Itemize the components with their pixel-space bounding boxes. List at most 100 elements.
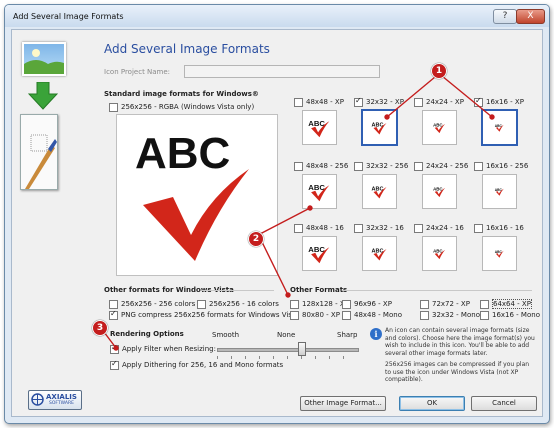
format-label: 24x24 - 16: [426, 224, 464, 232]
format-checkbox[interactable]: [414, 98, 423, 107]
project-name-field[interactable]: [184, 65, 380, 78]
other-format-label: 96x96 - XP: [354, 300, 392, 308]
filter-slider-thumb[interactable]: [298, 342, 306, 356]
format-preview-tile[interactable]: ABC: [361, 109, 398, 146]
other-format-checkbox[interactable]: [290, 311, 299, 320]
help-icon: ?: [502, 11, 508, 21]
other-format-label: 72x72 - XP: [432, 300, 470, 308]
apply-dithering-label: Apply Dithering for 256, 16 and Mono for…: [122, 361, 284, 369]
abc-check-icon: ABC: [372, 249, 387, 261]
abc-check-icon: ABC: [495, 250, 504, 258]
axialis-logo: AXIALIS SOFTWARE: [28, 390, 82, 410]
close-icon: X: [527, 11, 534, 21]
format-preview-tile[interactable]: ABC: [302, 174, 337, 209]
other-format-checkbox[interactable]: [342, 300, 351, 309]
slider-ticks: [217, 356, 357, 359]
format-label: 32x32 - XP: [366, 98, 404, 106]
abc-check-icon: ABC: [433, 249, 446, 260]
other-format-label: 48x48 - Mono: [354, 311, 402, 319]
other-format-label: 80x80 - XP: [302, 311, 340, 319]
large-preview: ABC: [116, 114, 278, 276]
apply-filter-label: Apply Filter when Resizing:: [122, 345, 216, 353]
format-checkbox[interactable]: [294, 162, 303, 171]
abc-check-icon: ABC: [372, 123, 387, 135]
format-label: 24x24 - XP: [426, 98, 464, 106]
slider-none-label: None: [277, 331, 296, 339]
other-format-checkbox[interactable]: [420, 311, 429, 320]
format-preview-tile[interactable]: ABC: [482, 236, 517, 271]
apply-filter-checkbox[interactable]: [110, 343, 119, 354]
logo-name: AXIALIS: [46, 393, 77, 401]
other-format-checkbox[interactable]: [480, 311, 489, 320]
format-label: 16x16 - XP: [486, 98, 524, 106]
format-preview-tile[interactable]: ABC: [422, 110, 457, 145]
format-preview-tile[interactable]: ABC: [362, 174, 397, 209]
ok-button[interactable]: OK: [399, 396, 465, 411]
filter-slider-track[interactable]: [217, 348, 359, 352]
format-label: 32x32 - 256: [366, 162, 409, 170]
format-label: 48x48 - 16: [306, 224, 344, 232]
slider-sharp-label: Sharp: [337, 331, 358, 339]
slider-smooth-label: Smooth: [212, 331, 240, 339]
windows-formats-heading: Standard image formats for Windows®: [104, 90, 259, 98]
format-preview-tile[interactable]: ABC: [422, 236, 457, 271]
axialis-logo-icon: [31, 393, 44, 406]
apply-dithering-checkbox[interactable]: [110, 359, 119, 370]
red-checkmark-icon: [143, 169, 249, 261]
format-label: 16x16 - 256: [486, 162, 529, 170]
abc-check-icon: ABC: [433, 123, 446, 134]
vista-16-colors-label: 256x256 - 16 colors: [209, 300, 279, 308]
help-button[interactable]: ?: [493, 9, 517, 24]
cancel-button[interactable]: Cancel: [471, 396, 537, 411]
other-format-label: 32x32 - Mono: [432, 311, 480, 319]
format-checkbox[interactable]: [354, 162, 363, 171]
format-checkbox[interactable]: [474, 96, 483, 107]
down-arrow-icon: [28, 82, 58, 110]
abc-check-icon: ABC: [495, 124, 504, 132]
other-format-checkbox[interactable]: [480, 300, 489, 309]
format-checkbox[interactable]: [354, 224, 363, 233]
abc-check-icon: ABC: [495, 188, 504, 196]
format-label: 32x32 - 16: [366, 224, 404, 232]
format-preview-tile[interactable]: ABC: [302, 236, 337, 271]
format-checkbox[interactable]: [474, 224, 483, 233]
format-preview-tile[interactable]: ABC: [481, 109, 518, 146]
vista-16-colors-checkbox[interactable]: [197, 300, 206, 309]
dialog-window: Add Several Image Formats ? X Add Severa…: [4, 4, 550, 424]
format-preview-tile[interactable]: ABC: [482, 174, 517, 209]
other-format-label: 16x16 - Mono: [492, 311, 540, 319]
other-image-format-button[interactable]: Other Image Format...: [300, 396, 386, 411]
format-preview-tile[interactable]: ABC: [302, 110, 337, 145]
landscape-image-icon: [22, 42, 66, 76]
abc-check-icon: ABC: [372, 187, 387, 199]
other-format-checkbox[interactable]: [342, 311, 351, 320]
vista-256-checkbox[interactable]: [109, 103, 118, 112]
callout-2-badge: 2: [248, 231, 264, 247]
format-label: 16x16 - 16: [486, 224, 524, 232]
title-bar: Add Several Image Formats ? X: [5, 5, 549, 27]
format-preview-tile[interactable]: ABC: [422, 174, 457, 209]
format-preview-tile[interactable]: ABC: [362, 236, 397, 271]
format-checkbox[interactable]: [294, 224, 303, 233]
format-checkbox[interactable]: [414, 162, 423, 171]
info-text: An icon can contain several image format…: [385, 327, 535, 357]
vista-256-colors-checkbox[interactable]: [109, 300, 118, 309]
format-checkbox[interactable]: [414, 224, 423, 233]
format-checkbox[interactable]: [474, 162, 483, 171]
abc-check-icon: ABC: [308, 245, 330, 264]
format-checkbox[interactable]: [294, 98, 303, 107]
abc-check-icon: ABC: [433, 187, 446, 198]
other-format-checkbox[interactable]: [420, 300, 429, 309]
png-compress-label: PNG compress 256x256 formats for Windows…: [121, 311, 299, 319]
other-format-checkbox[interactable]: [290, 300, 299, 309]
close-button[interactable]: X: [516, 9, 545, 24]
project-name-label: Icon Project Name:: [104, 68, 171, 76]
divider: [342, 290, 532, 291]
format-checkbox[interactable]: [354, 96, 363, 107]
page-title: Add Several Image Formats: [104, 42, 270, 56]
abc-check-icon: ABC: [308, 183, 330, 202]
png-compress-checkbox[interactable]: [109, 309, 118, 320]
other-format-label: 64x64 - XP: [492, 299, 532, 309]
info-text-vista: 256x256 images can be compressed if you …: [385, 361, 530, 383]
abc-check-icon: ABC: [308, 119, 330, 138]
